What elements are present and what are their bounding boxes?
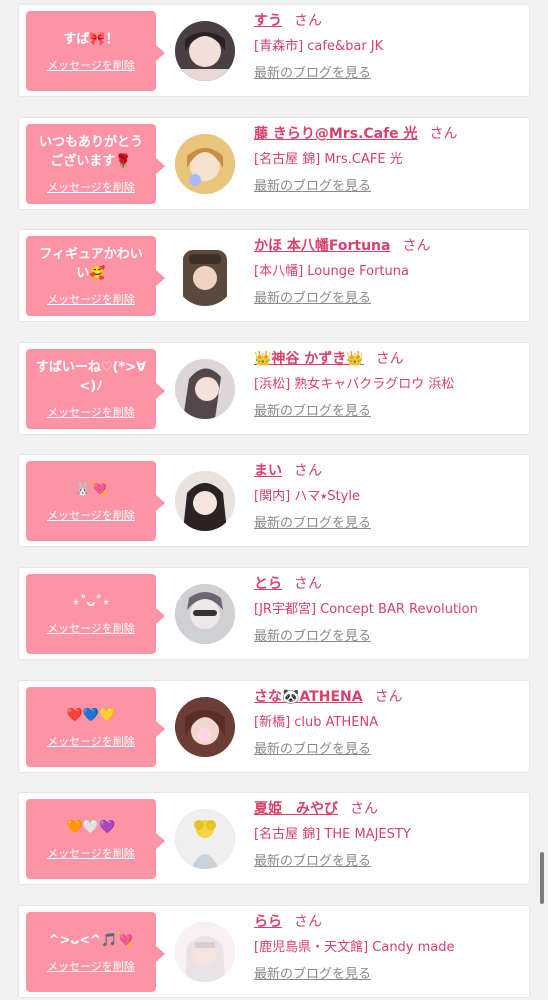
message-text: ❤️💙💛	[66, 707, 116, 723]
user-name-link[interactable]: まい	[254, 463, 282, 479]
delete-message-link[interactable]: メッセージを削除	[47, 958, 135, 974]
honorific: さん	[374, 689, 403, 705]
avatar[interactable]	[175, 246, 235, 306]
honorific: さん	[294, 914, 322, 930]
shop-location: [JR宇都宮] Concept BAR Revolution	[254, 602, 478, 617]
avatar[interactable]	[175, 359, 235, 419]
message-card: 🐰💘 メッセージを削除 まい さん [関内] ハマ⭑Style 最新のブログを見る	[18, 454, 530, 547]
message-bubble: すばいーね♡(*>∀<)ﾉ メッセージを削除	[26, 349, 165, 429]
message-card: ⋆˚ᴗ˚⋆ メッセージを削除 とら さん [JR宇都宮] Concept BAR …	[18, 567, 530, 660]
shop-location: [名古屋 錦] THE MAJESTY	[254, 827, 411, 842]
message-text: 🐰💘	[74, 481, 108, 497]
message-bubble: ⋆˚ᴗ˚⋆ メッセージを削除	[26, 574, 165, 654]
message-bubble: フィギュアかわいい🥰 メッセージを削除	[26, 236, 165, 316]
honorific: さん	[402, 238, 431, 254]
message-card: 🧡🤍💜 メッセージを削除 夏姫 みやび さん [名古屋 錦] THE MAJEST…	[18, 792, 530, 885]
user-name-link[interactable]: さな🐼ATHENA	[254, 689, 363, 705]
message-text: すばいーね♡(*>∀<)ﾉ	[35, 360, 147, 394]
delete-message-link[interactable]: メッセージを削除	[47, 733, 135, 749]
scrollbar[interactable]	[540, 852, 544, 904]
avatar[interactable]	[175, 584, 235, 644]
avatar[interactable]	[175, 809, 235, 869]
delete-message-link[interactable]: メッセージを削除	[47, 291, 135, 307]
latest-blog-link[interactable]: 最新のブログを見る	[254, 628, 371, 646]
user-name-link[interactable]: すう	[254, 13, 282, 29]
user-name-link[interactable]: かほ 本八幡Fortuna	[254, 238, 390, 254]
message-bubble: 🐰💘 メッセージを削除	[26, 461, 165, 541]
latest-blog-link[interactable]: 最新のブログを見る	[254, 853, 371, 871]
latest-blog-link[interactable]: 最新のブログを見る	[254, 515, 371, 533]
avatar[interactable]	[175, 697, 235, 757]
shop-location: [関内] ハマ⭑Style	[254, 489, 360, 504]
delete-message-link[interactable]: メッセージを削除	[47, 507, 135, 523]
message-card: いつもありがとうございます🌹 メッセージを削除 藤 きらり@Mrs.Cafe 光…	[18, 117, 530, 210]
message-list: すば🎀！ メッセージを削除 すう さん [青森市] cafe&bar JK 最新の…	[0, 0, 548, 1000]
message-bubble: ❤️💙💛 メッセージを削除	[26, 687, 165, 767]
avatar[interactable]	[175, 922, 235, 982]
shop-location: [鹿児島県・天文館] Candy made	[254, 940, 455, 955]
delete-message-link[interactable]: メッセージを削除	[47, 179, 135, 195]
message-text: すば🎀！	[63, 31, 119, 47]
delete-message-link[interactable]: メッセージを削除	[47, 57, 135, 73]
user-name-link[interactable]: 藤 きらり@Mrs.Cafe 光	[254, 126, 418, 142]
message-bubble: ^>ᴗ<^🎵💘 メッセージを削除	[26, 912, 165, 992]
honorific: さん	[294, 463, 322, 479]
honorific: さん	[350, 801, 378, 817]
message-bubble: すば🎀！ メッセージを削除	[26, 11, 165, 91]
shop-location: [浜松] 熟女キャバクラグロウ 浜松	[254, 377, 455, 392]
message-card: ^>ᴗ<^🎵💘 メッセージを削除 らら さん [鹿児島県・天文館] Candy m…	[18, 905, 530, 998]
message-text: いつもありがとうございます🌹	[38, 135, 143, 169]
honorific: さん	[375, 351, 404, 367]
shop-location: [本八幡] Lounge Fortuna	[254, 264, 409, 279]
latest-blog-link[interactable]: 最新のブログを見る	[254, 741, 371, 759]
honorific: さん	[294, 13, 322, 29]
user-name-link[interactable]: らら	[254, 914, 282, 930]
honorific: さん	[429, 126, 458, 142]
message-card: ❤️💙💛 メッセージを削除 さな🐼ATHENA さん [新橋] club ATHE…	[18, 680, 530, 773]
shop-location: [青森市] cafe&bar JK	[254, 39, 384, 54]
avatar[interactable]	[175, 21, 235, 81]
user-name-link[interactable]: 夏姫 みやび	[254, 801, 338, 817]
shop-location: [名古屋 錦] Mrs.CAFE 光	[254, 152, 403, 167]
message-bubble: 🧡🤍💜 メッセージを削除	[26, 799, 165, 879]
avatar[interactable]	[175, 134, 235, 194]
delete-message-link[interactable]: メッセージを削除	[47, 404, 135, 420]
message-bubble: いつもありがとうございます🌹 メッセージを削除	[26, 124, 165, 204]
delete-message-link[interactable]: メッセージを削除	[47, 620, 135, 636]
user-name-link[interactable]: とら	[254, 576, 282, 592]
delete-message-link[interactable]: メッセージを削除	[47, 845, 135, 861]
message-card: すば🎀！ メッセージを削除 すう さん [青森市] cafe&bar JK 最新の…	[18, 4, 530, 97]
shop-location: [新橋] club ATHENA	[254, 715, 379, 730]
user-name-link[interactable]: 👑神谷 かずき👑	[254, 351, 364, 367]
message-text: 🧡🤍💜	[66, 819, 116, 835]
honorific: さん	[294, 576, 322, 592]
latest-blog-link[interactable]: 最新のブログを見る	[254, 290, 371, 308]
latest-blog-link[interactable]: 最新のブログを見る	[254, 966, 371, 984]
message-card: フィギュアかわいい🥰 メッセージを削除 かほ 本八幡Fortuna さん [本八幡…	[18, 229, 530, 322]
message-text: ⋆˚ᴗ˚⋆	[71, 594, 111, 610]
latest-blog-link[interactable]: 最新のブログを見る	[254, 178, 371, 196]
avatar[interactable]	[175, 471, 235, 531]
message-card: すばいーね♡(*>∀<)ﾉ メッセージを削除 👑神谷 かずき👑 さん [浜松] 熟…	[18, 342, 530, 435]
latest-blog-link[interactable]: 最新のブログを見る	[254, 65, 371, 83]
latest-blog-link[interactable]: 最新のブログを見る	[254, 403, 371, 421]
message-text: ^>ᴗ<^🎵💘	[48, 932, 134, 948]
message-text: フィギュアかわいい🥰	[39, 247, 143, 281]
